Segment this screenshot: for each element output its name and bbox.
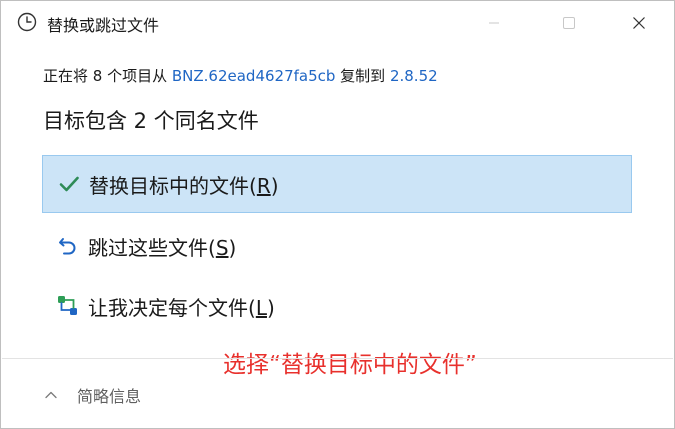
- checkmark-icon: [57, 172, 81, 196]
- decide-each-file-option[interactable]: 让我决定每个文件(L): [42, 277, 632, 335]
- maximize-icon: [563, 17, 575, 29]
- compare-files-icon: [56, 294, 80, 318]
- copy-prefix: 正在将 8 个项目从: [43, 67, 172, 85]
- replace-or-skip-dialog: 替换或跳过文件 正在将 8 个项目从 BNZ.62ead4627fa5cb 复制…: [0, 0, 675, 429]
- replace-option-label: 替换目标中的文件(R): [89, 173, 279, 198]
- close-button[interactable]: [616, 1, 662, 45]
- copy-status-line: 正在将 8 个项目从 BNZ.62ead4627fa5cb 复制到 2.8.52: [43, 65, 438, 86]
- title-bar: 替换或跳过文件: [1, 1, 674, 45]
- source-folder-link[interactable]: BNZ.62ead4627fa5cb: [172, 67, 336, 85]
- skip-undo-icon: [56, 234, 80, 258]
- fewer-details-label: 简略信息: [77, 387, 142, 406]
- minimize-button[interactable]: [471, 1, 517, 45]
- maximize-button[interactable]: [546, 1, 592, 45]
- instruction-annotation: 选择“替换目标中的文件”: [223, 352, 477, 378]
- destination-folder-link[interactable]: 2.8.52: [390, 67, 438, 85]
- footer-divider: [2, 358, 673, 359]
- conflict-heading: 目标包含 2 个同名文件: [43, 109, 259, 133]
- window-title: 替换或跳过文件: [47, 16, 160, 35]
- chevron-up-icon: [43, 387, 59, 403]
- minimize-icon: [489, 22, 499, 24]
- copy-middle: 复制到: [335, 67, 390, 85]
- replace-files-option[interactable]: 替换目标中的文件(R): [42, 155, 632, 213]
- skip-option-label: 跳过这些文件(S): [88, 235, 237, 260]
- clock-icon: [17, 12, 37, 32]
- skip-files-option[interactable]: 跳过这些文件(S): [42, 217, 632, 275]
- fewer-details-toggle[interactable]: 简略信息: [43, 383, 141, 407]
- decide-option-label: 让我决定每个文件(L): [88, 295, 275, 320]
- close-icon: [633, 17, 645, 29]
